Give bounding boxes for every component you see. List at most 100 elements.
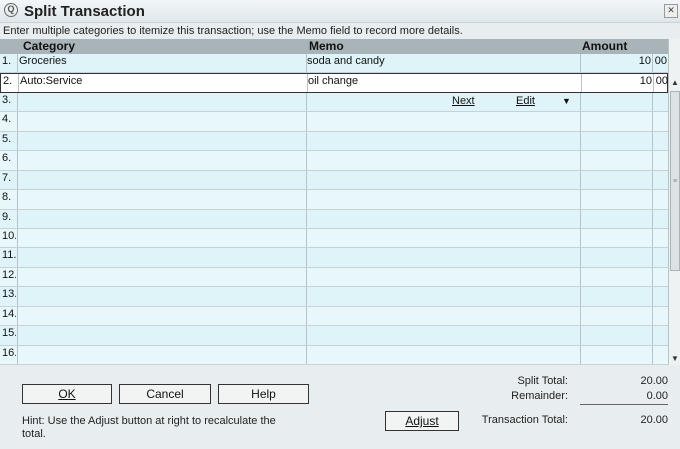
column-divider [18, 74, 19, 92]
category-cell[interactable] [19, 268, 304, 286]
table-row[interactable]: 3. Next Edit ▼ [0, 92, 668, 113]
next-button[interactable]: Next [452, 94, 475, 108]
amount-cents-cell[interactable] [653, 93, 667, 111]
amount-cents-cell[interactable] [653, 190, 667, 208]
memo-cell[interactable] [307, 287, 577, 305]
amount-cell[interactable] [581, 132, 651, 150]
edit-dropdown-icon[interactable]: ▼ [562, 94, 571, 108]
column-divider [306, 112, 307, 131]
table-row[interactable]: 10. [0, 228, 668, 249]
scroll-down-icon[interactable]: ▼ [669, 353, 680, 365]
memo-cell[interactable] [307, 307, 577, 325]
table-row[interactable]: 8. [0, 190, 668, 210]
category-cell[interactable] [19, 190, 304, 208]
amount-cell[interactable] [581, 210, 651, 228]
column-divider [580, 306, 581, 326]
amount-cents-cell[interactable] [653, 151, 667, 169]
category-cell[interactable] [19, 346, 304, 364]
table-row[interactable]: 6. [0, 151, 668, 171]
table-row[interactable]: 2. Auto:Service oil change 10 00 [0, 73, 668, 93]
ok-button[interactable]: OK [22, 384, 112, 404]
amount-cents-cell[interactable] [653, 268, 667, 286]
row-number: 1. [2, 55, 12, 67]
row-number: 3. [2, 93, 12, 106]
amount-cell[interactable] [581, 190, 651, 208]
category-cell[interactable] [19, 248, 304, 266]
column-divider [306, 287, 307, 306]
table-row[interactable]: 14. [0, 306, 668, 327]
amount-cents-cell[interactable]: 00 [654, 74, 668, 91]
amount-cell[interactable] [581, 307, 651, 325]
memo-cell[interactable] [307, 171, 577, 189]
memo-cell[interactable] [307, 210, 577, 228]
amount-cell[interactable] [581, 346, 651, 364]
memo-cell[interactable] [307, 112, 577, 130]
scroll-thumb[interactable]: ≡ [670, 91, 680, 271]
amount-cell[interactable] [581, 171, 651, 189]
edit-button[interactable]: Edit [516, 94, 535, 108]
memo-cell[interactable] [307, 93, 577, 111]
category-cell[interactable] [19, 132, 304, 150]
memo-cell[interactable] [307, 229, 577, 247]
amount-cents-cell[interactable] [653, 112, 667, 130]
amount-cell[interactable] [581, 93, 651, 111]
memo-cell[interactable] [307, 326, 577, 344]
memo-cell[interactable] [307, 190, 577, 208]
amount-cents-cell[interactable] [653, 132, 667, 150]
amount-cell[interactable] [581, 268, 651, 286]
close-icon[interactable]: ✕ [664, 4, 678, 18]
amount-cell[interactable]: 10 [582, 74, 652, 91]
column-divider [306, 209, 307, 228]
category-cell[interactable]: Auto:Service [20, 74, 305, 91]
table-row[interactable]: 4. [0, 112, 668, 132]
table-row[interactable]: 12. [0, 267, 668, 288]
amount-cell[interactable] [581, 112, 651, 130]
vertical-scrollbar[interactable]: ▲ ≡ ▼ [668, 39, 680, 365]
category-cell[interactable] [19, 93, 304, 111]
amount-cents-cell[interactable] [653, 210, 667, 228]
category-cell[interactable] [19, 112, 304, 130]
amount-cell[interactable] [581, 151, 651, 169]
amount-cents-cell[interactable] [653, 248, 667, 266]
amount-cents-cell[interactable]: 00 [653, 54, 667, 72]
amount-cell[interactable]: 10 [581, 54, 651, 72]
amount-cents-cell[interactable] [653, 326, 667, 344]
amount-cell[interactable] [581, 287, 651, 305]
cancel-button[interactable]: Cancel [119, 384, 211, 404]
memo-cell[interactable] [307, 268, 577, 286]
table-row[interactable]: 16. [0, 345, 668, 365]
memo-cell[interactable] [307, 346, 577, 364]
table-row[interactable]: 9. [0, 209, 668, 229]
memo-cell[interactable] [307, 151, 577, 169]
amount-cents-cell[interactable] [653, 229, 667, 247]
category-cell[interactable] [19, 229, 304, 247]
help-button[interactable]: Help [218, 384, 309, 404]
category-cell[interactable] [19, 151, 304, 169]
table-row[interactable]: 1. Groceries soda and candy 10 00 [0, 54, 668, 74]
category-cell[interactable] [19, 287, 304, 305]
table-row[interactable]: 15. [0, 326, 668, 346]
amount-cell[interactable] [581, 248, 651, 266]
category-cell[interactable] [19, 307, 304, 325]
memo-cell[interactable] [307, 248, 577, 266]
memo-cell[interactable]: oil change [308, 74, 578, 91]
category-cell[interactable] [19, 210, 304, 228]
table-row[interactable]: 5. [0, 131, 668, 152]
category-cell[interactable] [19, 171, 304, 189]
amount-cell[interactable] [581, 326, 651, 344]
adjust-button-label: Adjust [405, 414, 439, 428]
category-cell[interactable] [19, 326, 304, 344]
table-row[interactable]: 11. [0, 248, 668, 268]
amount-cell[interactable] [581, 229, 651, 247]
memo-cell[interactable]: soda and candy [307, 54, 577, 72]
table-row[interactable]: 7. [0, 170, 668, 191]
amount-cents-cell[interactable] [653, 287, 667, 305]
column-divider [306, 170, 307, 190]
amount-cents-cell[interactable] [653, 171, 667, 189]
scroll-up-icon[interactable]: ▲ [669, 77, 680, 89]
amount-cents-cell[interactable] [653, 307, 667, 325]
memo-cell[interactable] [307, 132, 577, 150]
table-row[interactable]: 13. [0, 287, 668, 307]
category-cell[interactable]: Groceries [19, 54, 304, 72]
amount-cents-cell[interactable] [653, 346, 667, 364]
